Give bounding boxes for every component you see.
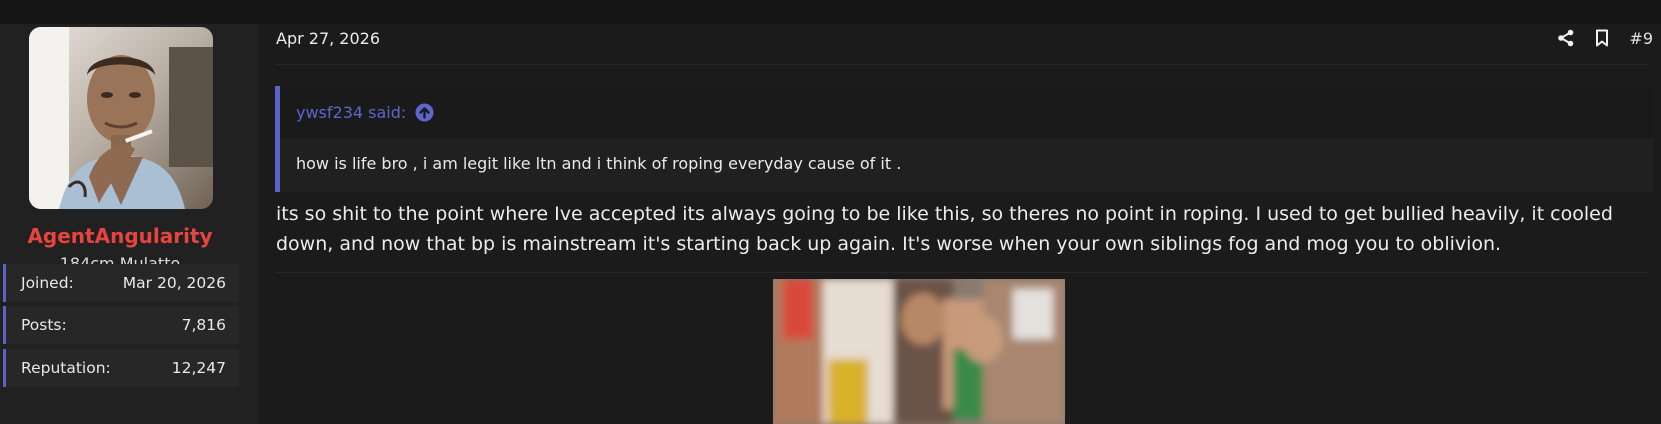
post-number-link[interactable]: #9 <box>1629 26 1653 50</box>
avatar[interactable] <box>29 27 213 209</box>
post-main: Apr 27, 2026 #9 ywsf234 said: how is lif… <box>258 24 1661 424</box>
stat-value: 12,247 <box>171 359 226 377</box>
username[interactable]: AgentAngularity <box>0 224 240 248</box>
post-date[interactable]: Apr 27, 2026 <box>276 29 380 48</box>
stat-label: Joined: <box>21 274 74 292</box>
stat-reputation: Reputation: 12,247 <box>3 349 239 387</box>
post-body: its so shit to the point where Ive accep… <box>276 203 1613 255</box>
user-sidebar: AgentAngularity 184cm Mulatto Joined: Ma… <box>0 24 258 424</box>
stat-value: Mar 20, 2026 <box>122 274 226 292</box>
quote-author[interactable]: ywsf234 said: <box>296 103 406 122</box>
quote-header[interactable]: ywsf234 said: <box>280 86 1653 138</box>
stat-value: 7,816 <box>181 316 226 334</box>
stat-label: Posts: <box>21 316 67 334</box>
stat-joined: Joined: Mar 20, 2026 <box>3 264 239 302</box>
stat-label: Reputation: <box>21 359 111 377</box>
quote-text: how is life bro , i am legit like ltn an… <box>296 154 902 173</box>
header-divider <box>276 64 1649 65</box>
arrow-up-circle-icon[interactable] <box>415 103 434 122</box>
quote-block: ywsf234 said: how is life bro , i am leg… <box>275 86 1653 192</box>
bookmark-icon[interactable] <box>1595 26 1609 50</box>
share-icon[interactable] <box>1557 26 1575 50</box>
top-bar <box>0 0 1661 24</box>
stat-posts: Posts: 7,816 <box>3 306 239 344</box>
post-image[interactable] <box>773 279 1065 424</box>
body-divider <box>276 272 1649 273</box>
post-actions: #9 <box>1557 26 1653 50</box>
